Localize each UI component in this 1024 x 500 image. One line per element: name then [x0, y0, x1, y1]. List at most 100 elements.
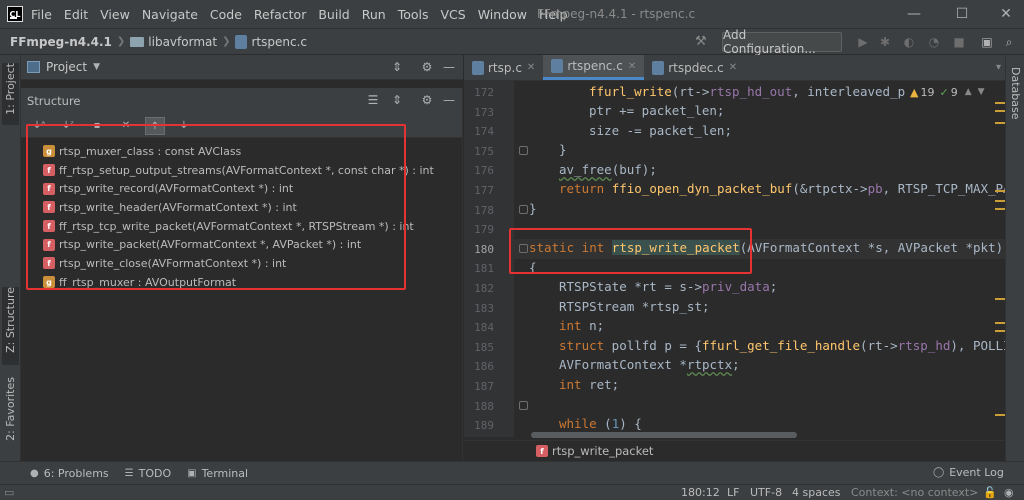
error-stripe-mark[interactable]: [995, 200, 1005, 202]
menu-edit[interactable]: Edit: [64, 7, 88, 22]
layout-toggle-icon[interactable]: ▭: [4, 486, 14, 499]
error-stripe-mark[interactable]: [995, 110, 1005, 112]
gear-icon[interactable]: ⚙: [419, 59, 435, 75]
c-file-icon: [472, 60, 484, 75]
menu-view[interactable]: View: [100, 7, 130, 22]
breadcrumb-file[interactable]: rtspenc.c: [251, 35, 307, 49]
line-number: 172: [474, 86, 494, 99]
menu-run[interactable]: Run: [362, 7, 386, 22]
add-configuration-button[interactable]: Add Configuration...: [722, 28, 842, 56]
maximize-icon[interactable]: ☐: [952, 4, 972, 24]
line-number: 183: [474, 301, 494, 315]
fold-marker-icon[interactable]: [519, 146, 528, 155]
menu-window[interactable]: Window: [478, 7, 527, 22]
collapse-all-icon[interactable]: ⇕: [389, 59, 405, 75]
indent-setting[interactable]: 4 spaces: [792, 486, 841, 499]
menu-navigate[interactable]: Navigate: [142, 7, 198, 22]
clion-logo-icon: CL: [7, 6, 23, 22]
build-hammer-icon[interactable]: ⚒: [695, 34, 711, 50]
code-line: while (1) {: [559, 416, 642, 431]
function-icon: f: [536, 445, 548, 457]
line-number: 189: [474, 419, 494, 433]
line-number: 181: [474, 262, 494, 276]
layout-icon[interactable]: ▣: [978, 33, 996, 51]
hide-panel-icon[interactable]: —: [441, 92, 457, 108]
menu-build[interactable]: Build: [318, 7, 349, 22]
project-panel-title[interactable]: Project: [46, 60, 87, 74]
tabs-dropdown-icon[interactable]: ▾: [996, 55, 1001, 80]
terminal-tool-button[interactable]: ▣ Terminal: [187, 467, 248, 480]
project-tool-tab[interactable]: 1: Project: [2, 63, 19, 125]
tab-rtspdec-c[interactable]: rtspdec.c ✕: [644, 55, 745, 80]
tab-rtspenc-c[interactable]: rtspenc.c ✕: [543, 55, 645, 80]
menu-code[interactable]: Code: [210, 7, 242, 22]
run-icon[interactable]: ▶: [854, 33, 872, 51]
list-icon: ☰: [124, 467, 134, 479]
fold-marker-icon[interactable]: [519, 205, 528, 214]
left-tool-strip: 1: Project Z: Structure 2: Favorites: [0, 55, 21, 461]
gear-icon[interactable]: ⚙: [419, 92, 435, 108]
c-file-icon: [551, 59, 564, 73]
tab-rtsp-c[interactable]: rtsp.c ✕: [464, 55, 543, 80]
close-tab-icon[interactable]: ✕: [628, 61, 636, 72]
lock-icon[interactable]: 🔓: [983, 486, 997, 499]
error-stripe-mark[interactable]: [995, 414, 1005, 416]
collapse-all-icon[interactable]: ⇕: [389, 92, 405, 108]
close-icon[interactable]: ✕: [996, 4, 1016, 24]
close-tab-icon[interactable]: ✕: [729, 62, 737, 73]
breadcrumb-folder[interactable]: libavformat: [148, 35, 217, 49]
search-icon[interactable]: ⌕: [1000, 33, 1018, 51]
coverage-icon[interactable]: ◐: [900, 33, 918, 51]
chevron-down-icon[interactable]: ▼: [978, 87, 985, 97]
chevron-up-icon[interactable]: ▲: [965, 87, 972, 97]
line-number: 180: [474, 242, 494, 256]
line-number: 176: [474, 164, 494, 178]
file-encoding[interactable]: UTF-8: [750, 486, 782, 499]
menu-vcs[interactable]: VCS: [441, 7, 466, 22]
database-tool-tab[interactable]: Database: [1007, 67, 1024, 135]
inspection-widget[interactable]: ▲ 19 ✓ 9 ▲ ▼: [907, 84, 985, 100]
error-stripe-mark[interactable]: [995, 190, 1005, 192]
dropdown-arrow-icon[interactable]: ▼: [93, 62, 100, 72]
code-line: RTSPStream *rtsp_st;: [559, 299, 710, 314]
minimize-icon[interactable]: —: [904, 4, 924, 24]
chevron-right-icon: ❯: [116, 36, 126, 47]
stop-icon[interactable]: ■: [950, 33, 968, 51]
warning-count: 19: [920, 85, 935, 99]
code-line: struct pollfd p = {ffurl_get_file_handle…: [559, 338, 1005, 353]
error-stripe-mark[interactable]: [995, 330, 1005, 332]
fold-marker-icon[interactable]: [519, 401, 528, 410]
debug-icon[interactable]: ✱: [876, 33, 894, 51]
expand-all-icon[interactable]: ☰: [365, 92, 381, 108]
code-breadcrumb[interactable]: f rtsp_write_packet: [464, 440, 1005, 461]
error-stripe-mark[interactable]: [995, 208, 1005, 210]
todo-tool-button[interactable]: ☰ TODO: [125, 467, 171, 480]
code-line: int ret;: [559, 377, 620, 392]
menu-refactor[interactable]: Refactor: [254, 7, 306, 22]
hide-panel-icon[interactable]: —: [441, 59, 457, 75]
error-stripe-mark[interactable]: [995, 122, 1005, 124]
line-number: 184: [474, 321, 494, 335]
close-tab-icon[interactable]: ✕: [527, 62, 535, 73]
error-stripe-mark[interactable]: [995, 298, 1005, 300]
profile-icon[interactable]: ◔: [925, 33, 943, 51]
problems-tool-button[interactable]: ● 6: Problems: [30, 467, 109, 480]
inspector-icon[interactable]: ◉: [1004, 486, 1014, 499]
event-log-label: Event Log: [949, 466, 1004, 479]
error-stripe-mark[interactable]: [995, 102, 1005, 104]
event-log-icon: ◯: [933, 467, 945, 478]
caret-position[interactable]: 180:12: [681, 486, 720, 499]
event-log-button[interactable]: ◯ Event Log: [933, 466, 1004, 479]
line-separator[interactable]: LF: [727, 486, 739, 499]
project-panel-header: Project ▼ ⇕ ⚙ —: [21, 55, 463, 80]
menu-file[interactable]: File: [31, 7, 52, 22]
context-indicator[interactable]: Context: <no context>: [851, 486, 978, 499]
error-stripe-mark[interactable]: [995, 322, 1005, 324]
breadcrumb-project[interactable]: FFmpeg-n4.4.1: [10, 35, 112, 49]
favorites-tool-tab[interactable]: 2: Favorites: [2, 377, 19, 449]
weak-warning-count: 9: [950, 85, 958, 99]
horizontal-scrollbar[interactable]: [531, 432, 797, 438]
menu-tools[interactable]: Tools: [398, 7, 429, 22]
code-line: int n;: [559, 318, 605, 333]
structure-tool-tab[interactable]: Z: Structure: [2, 287, 19, 365]
